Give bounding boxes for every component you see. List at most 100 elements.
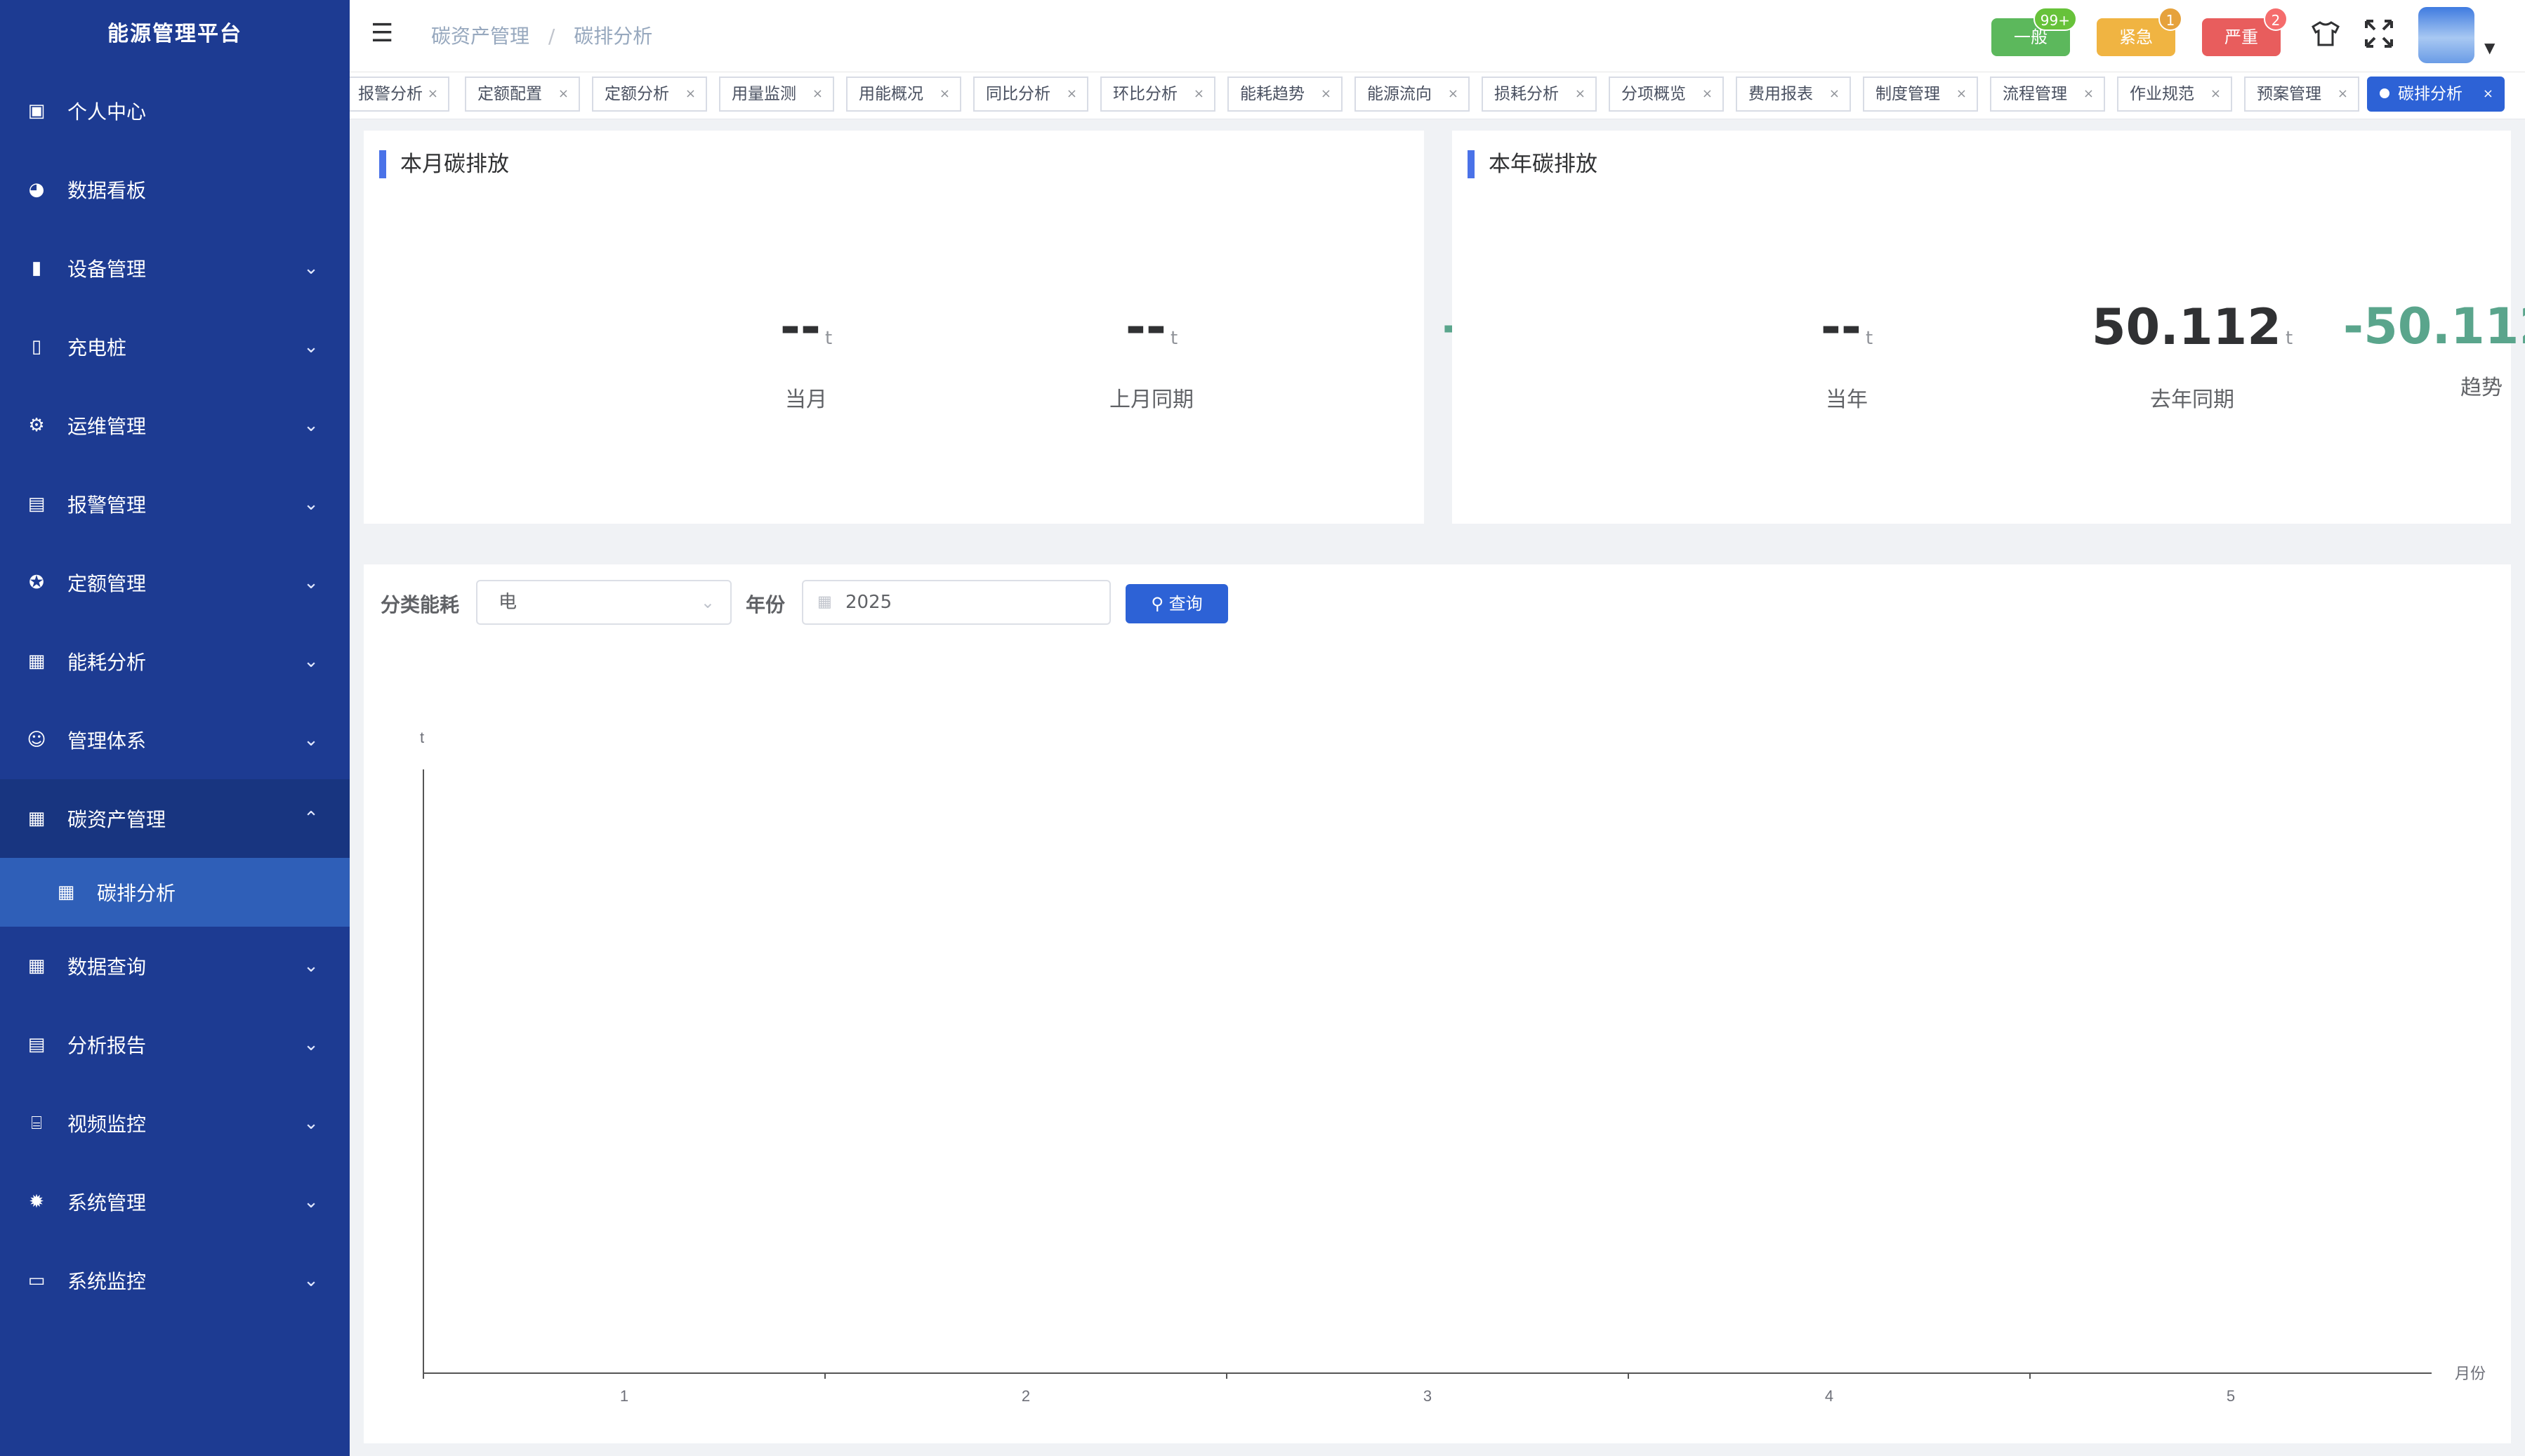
- x-axis-label: 月份: [2455, 1365, 2486, 1382]
- sidebar-item-charging-pile[interactable]: ▯ 充电桩 ⌄: [0, 307, 350, 386]
- tag-energy-trend[interactable]: 能耗趋势 ×: [1227, 77, 1343, 112]
- tag-operation-standard[interactable]: 作业规范 ×: [2117, 77, 2232, 112]
- top-navbar: ☰ 碳资产管理 / 碳排分析 一般 99+ 紧急 1 严重 2 ▼: [350, 0, 2525, 72]
- tag-loss-analysis[interactable]: 损耗分析 ×: [1482, 77, 1597, 112]
- tag-carbon-analysis-active[interactable]: 碳排分析 ×: [2367, 77, 2505, 112]
- query-button[interactable]: ⚲ 查询: [1126, 584, 1228, 623]
- tags-view-bar: 报警分析 × 定额配置 × 定额分析 × 用量监测 × 用能概况 × 同比分析 × 环比分析…: [350, 72, 2525, 119]
- sidebar-item-alarm-management[interactable]: ▤ 报警管理 ⌄: [0, 465, 350, 543]
- close-icon[interactable]: ×: [2083, 78, 2094, 110]
- tag-label: 同比分析: [986, 85, 1050, 103]
- chevron-down-icon: ⌄: [303, 258, 319, 279]
- sidebar-item-data-query[interactable]: ▦ 数据查询 ⌄: [0, 927, 350, 1005]
- stat-value: -- t: [1046, 299, 1257, 366]
- tag-quota-config[interactable]: 定额配置 ×: [465, 77, 580, 112]
- chevron-down-icon: ⌄: [303, 572, 319, 593]
- monitor-icon: ▭: [27, 1270, 46, 1291]
- calendar-icon: ▦: [817, 593, 832, 611]
- close-icon[interactable]: ×: [428, 78, 438, 110]
- breadcrumb-item[interactable]: 碳资产管理: [431, 25, 529, 48]
- close-icon[interactable]: ×: [1702, 78, 1713, 110]
- tag-label: 定额配置: [477, 85, 542, 103]
- sidebar-item-analysis-report[interactable]: ▤ 分析报告 ⌄: [0, 1005, 350, 1084]
- stat-year-trend: -50.112 ↓ 趋势: [2327, 295, 2525, 401]
- tag-label: 预案管理: [2257, 85, 2321, 103]
- hamburger-icon[interactable]: ☰: [371, 21, 396, 46]
- tag-yoy-analysis[interactable]: 同比分析 ×: [973, 77, 1088, 112]
- alarm-severe-badge: 2: [2264, 7, 2288, 31]
- close-icon[interactable]: ×: [1829, 78, 1840, 110]
- month-emission-card: 本月碳排放 --t 当月 --t 上月同期 -- ↓ 趋势: [364, 131, 1549, 524]
- sidebar-item-label: 视频监控: [67, 1113, 147, 1136]
- category-select[interactable]: 电 ⌄: [476, 580, 732, 625]
- close-icon[interactable]: ×: [940, 78, 950, 110]
- tag-usage-monitor[interactable]: 用量监测 ×: [719, 77, 834, 112]
- sidebar-item-label: 能耗分析: [67, 651, 147, 674]
- tag-plan-management[interactable]: 预案管理 ×: [2244, 77, 2359, 112]
- card-title: 本年碳排放: [1468, 150, 1597, 178]
- close-icon[interactable]: ×: [2338, 78, 2348, 110]
- sidebar-item-quota-management[interactable]: ✪ 定额管理 ⌄: [0, 543, 350, 622]
- fullscreen-icon[interactable]: [2364, 18, 2394, 58]
- tag-process-management[interactable]: 流程管理 ×: [1990, 77, 2105, 112]
- avatar[interactable]: [2418, 7, 2474, 63]
- sidebar-item-label: 定额管理: [67, 572, 147, 595]
- close-icon[interactable]: ×: [558, 78, 569, 110]
- sidebar-item-device-management[interactable]: ▮ 设备管理 ⌄: [0, 229, 350, 307]
- close-icon[interactable]: ×: [1575, 78, 1585, 110]
- sidebar-item-dashboard[interactable]: ◕ 数据看板: [0, 150, 350, 229]
- tag-label: 碳排分析: [2398, 85, 2463, 103]
- tag-quota-analysis[interactable]: 定额分析 ×: [592, 77, 707, 112]
- sidebar-item-energy-analysis[interactable]: ▦ 能耗分析 ⌄: [0, 622, 350, 701]
- chevron-down-icon: ⌄: [700, 593, 715, 612]
- close-icon[interactable]: ×: [812, 78, 823, 110]
- alarm-doc-icon: ▤: [27, 494, 46, 515]
- category-filter-label: 分类能耗: [381, 593, 460, 616]
- sidebar-item-video-monitor[interactable]: ⌸ 视频监控 ⌄: [0, 1084, 350, 1163]
- sidebar-item-label: 运维管理: [67, 415, 147, 438]
- tag-alarm-analysis[interactable]: 报警分析 ×: [350, 77, 449, 112]
- sidebar-item-label: 碳排分析: [97, 882, 176, 905]
- caret-down-icon[interactable]: ▼: [2484, 39, 2495, 56]
- unit-text: t: [1170, 328, 1178, 349]
- close-icon[interactable]: ×: [2483, 78, 2493, 110]
- close-icon[interactable]: ×: [2210, 78, 2221, 110]
- alarm-urgent-button[interactable]: 紧急 1: [2097, 7, 2182, 56]
- tag-policy-management[interactable]: 制度管理 ×: [1863, 77, 1978, 112]
- stat-last-month: -- t 上月同期: [1046, 299, 1257, 413]
- tag-item-overview[interactable]: 分项概览 ×: [1609, 77, 1724, 112]
- x-tick-label: 5: [2227, 1387, 2235, 1405]
- sidebar-item-carbon-asset[interactable]: ▦ 碳资产管理 ⌃: [0, 779, 350, 858]
- x-ticks: 1 2 3 4 5: [423, 1373, 2235, 1405]
- alarm-severe-button[interactable]: 严重 2: [2202, 7, 2288, 56]
- shirt-icon-svg: [2312, 21, 2340, 46]
- alarm-normal-badge: 99+: [2033, 7, 2077, 31]
- bar-chart-icon: ▮: [31, 258, 42, 279]
- sidebar-item-maintenance[interactable]: ⚙ 运维管理 ⌄: [0, 386, 350, 465]
- sidebar-item-personal-center[interactable]: ▣ 个人中心: [0, 72, 350, 150]
- sidebar-item-carbon-analysis[interactable]: ▦ 碳排分析: [0, 858, 350, 927]
- close-icon[interactable]: ×: [1321, 78, 1331, 110]
- close-icon[interactable]: ×: [685, 78, 696, 110]
- close-icon[interactable]: ×: [1448, 78, 1458, 110]
- sidebar-item-system-monitor[interactable]: ▭ 系统监控 ⌄: [0, 1241, 350, 1320]
- theme-shirt-icon[interactable]: [2310, 18, 2341, 58]
- tag-mom-analysis[interactable]: 环比分析 ×: [1100, 77, 1215, 112]
- alarm-normal-button[interactable]: 一般 99+: [1991, 7, 2077, 56]
- tag-label: 制度管理: [1875, 85, 1940, 103]
- stat-last-year: 50.112 t 去年同期: [2087, 299, 2297, 413]
- y-axis-label: t: [420, 729, 424, 746]
- sidebar-item-system-management[interactable]: ✹ 系统管理 ⌄: [0, 1163, 350, 1241]
- tag-energy-overview[interactable]: 用能概况 ×: [846, 77, 961, 112]
- close-icon[interactable]: ×: [1067, 78, 1077, 110]
- close-icon[interactable]: ×: [1194, 78, 1204, 110]
- year-picker[interactable]: ▦ 2025: [802, 580, 1111, 625]
- sidebar-item-label: 分析报告: [67, 1034, 147, 1057]
- stat-label: 趋势: [2460, 376, 2503, 400]
- tag-label: 用量监测: [732, 85, 796, 103]
- tag-energy-flow[interactable]: 能源流向 ×: [1354, 77, 1470, 112]
- sidebar-item-management-system[interactable]: ☺ 管理体系 ⌄: [0, 701, 350, 779]
- fullscreen-icon-svg: [2365, 20, 2393, 48]
- close-icon[interactable]: ×: [1956, 78, 1967, 110]
- tag-cost-report[interactable]: 费用报表 ×: [1736, 77, 1851, 112]
